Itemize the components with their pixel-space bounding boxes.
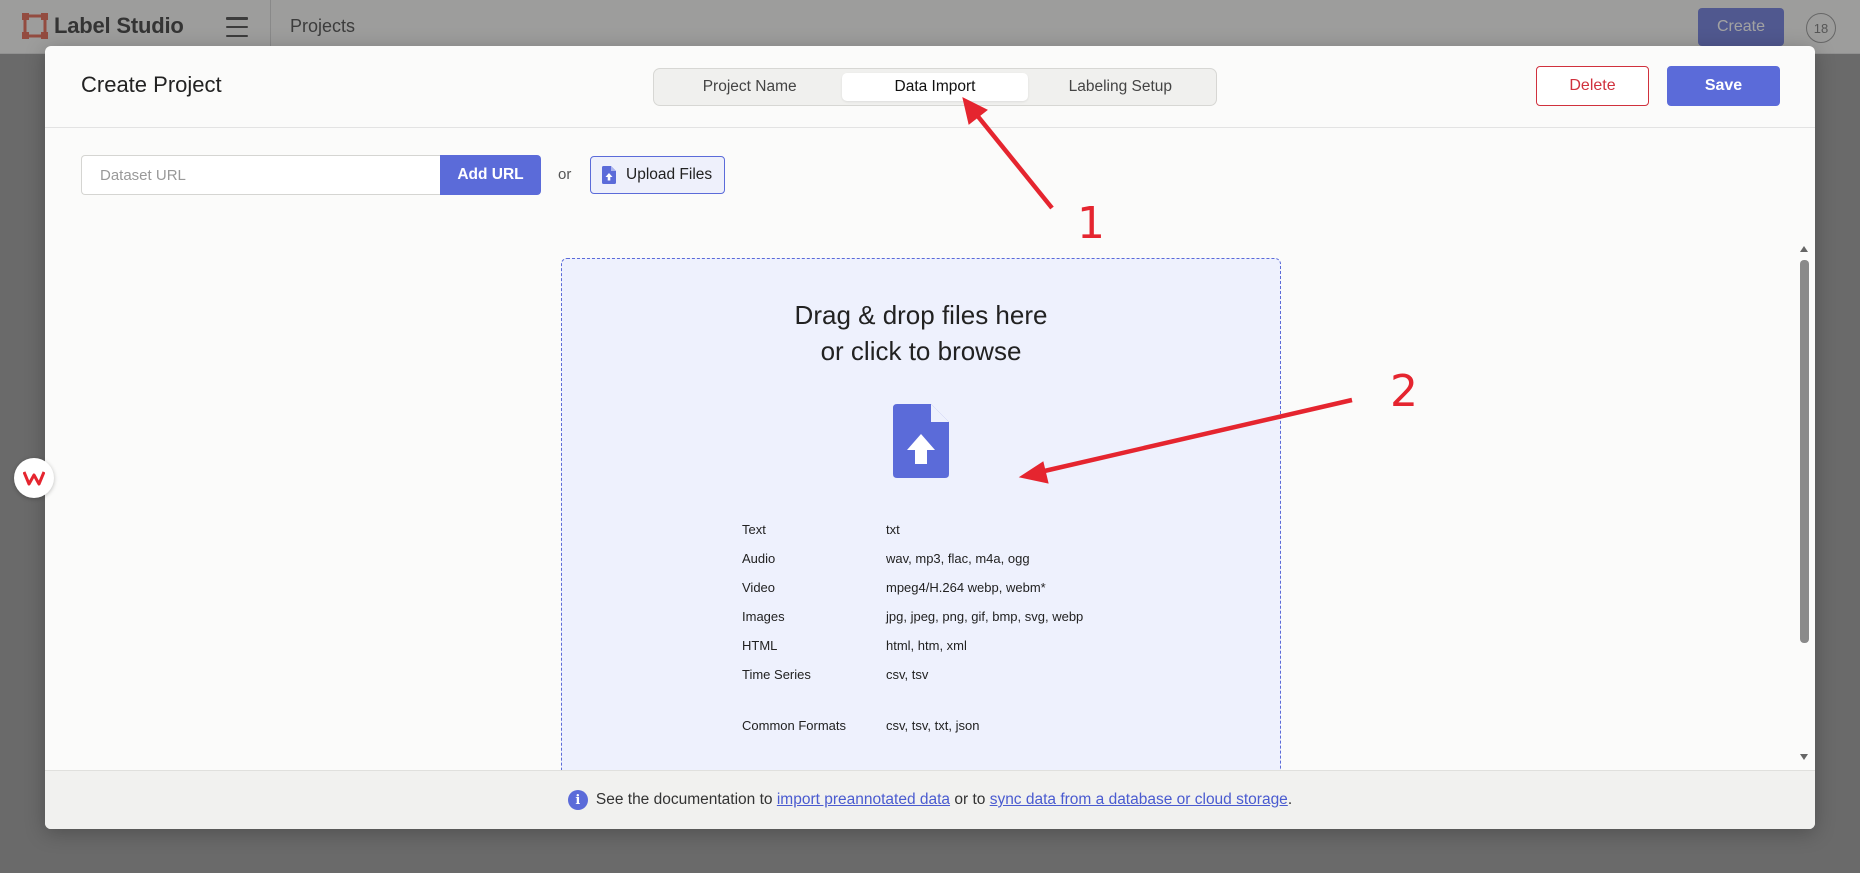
format-category: HTML [742,638,778,653]
format-category: Video [742,580,776,595]
file-upload-icon [602,166,616,184]
format-row: Images jpg, jpeg, png, gif, bmp, svg, we… [742,602,1162,631]
tab-labeling-setup[interactable]: Labeling Setup [1028,73,1213,101]
format-extensions: html, htm, xml [886,638,967,653]
format-category: Images [742,609,785,624]
dataset-url-input[interactable] [81,155,441,195]
info-icon: i [567,790,588,810]
annotation-marker-1: 1 [1077,198,1105,249]
vertical-scrollbar[interactable] [1797,237,1811,770]
save-button[interactable]: Save [1667,66,1780,106]
footer-suffix: . [1287,791,1293,808]
format-extensions: wav, mp3, flac, m4a, ogg [886,551,1030,566]
modal-footer: i See the documentation to import preann… [45,770,1815,829]
tab-project-name[interactable]: Project Name [657,73,842,101]
dropzone-line-1: Drag & drop files here [794,300,1048,330]
create-project-modal: Create Project Project Name Data Import … [45,46,1815,829]
format-row: Text txt [742,515,1162,544]
import-scroll-area[interactable]: Drag & drop files here or click to brows… [45,237,1815,770]
step-tabs: Project Name Data Import Labeling Setup [653,68,1217,106]
format-row-common: Common Formats csv, tsv, txt, json [742,711,1162,740]
format-extensions: txt [886,522,900,537]
add-url-button[interactable]: Add URL [440,155,541,195]
annotation-marker-2: 2 [1390,366,1418,417]
format-category: Time Series [742,667,811,682]
file-dropzone[interactable]: Drag & drop files here or click to brows… [561,258,1281,770]
format-row: Video mpeg4/H.264 webp, webm* [742,573,1162,602]
import-preannotated-link[interactable]: import preannotated data [777,791,950,809]
format-row: Audio wav, mp3, flac, m4a, ogg [742,544,1162,573]
format-extensions: csv, tsv, txt, json [886,718,980,733]
format-category: Audio [742,551,776,566]
modal-header: Create Project Project Name Data Import … [45,46,1815,128]
format-row: HTML html, htm, xml [742,631,1162,660]
modal-title: Create Project [81,72,222,97]
format-extensions: mpeg4/H.264 webp, webm* [886,580,1046,595]
supported-formats-table: Text txt Audio wav, mp3, flac, m4a, ogg … [742,515,1162,740]
wps-widget-icon[interactable] [14,458,54,498]
file-upload-icon [893,404,949,483]
or-label: or [558,166,572,183]
format-extensions: jpg, jpeg, png, gif, bmp, svg, webp [886,609,1084,624]
format-category: Common Formats [742,718,847,733]
delete-button[interactable]: Delete [1536,66,1649,106]
upload-files-button[interactable]: Upload Files [590,156,725,194]
footer-middle: or to [950,791,990,808]
scroll-down-arrow-icon[interactable] [1800,754,1808,760]
scrollbar-thumb[interactable] [1800,260,1809,643]
dropzone-title: Drag & drop files here or click to brows… [562,297,1280,369]
format-category: Text [742,522,766,537]
format-extensions: csv, tsv [886,667,929,682]
dropzone-line-2: or click to browse [820,336,1022,366]
upload-files-label: Upload Files [626,166,713,183]
tab-data-import[interactable]: Data Import [842,73,1028,101]
sync-storage-link[interactable]: sync data from a database or cloud stora… [990,791,1288,809]
url-import-row: Add URL or Upload Files [45,129,1815,237]
format-row: Time Series csv, tsv [742,660,1162,689]
footer-prefix: See the documentation to [595,791,777,808]
scroll-up-arrow-icon[interactable] [1800,246,1808,252]
